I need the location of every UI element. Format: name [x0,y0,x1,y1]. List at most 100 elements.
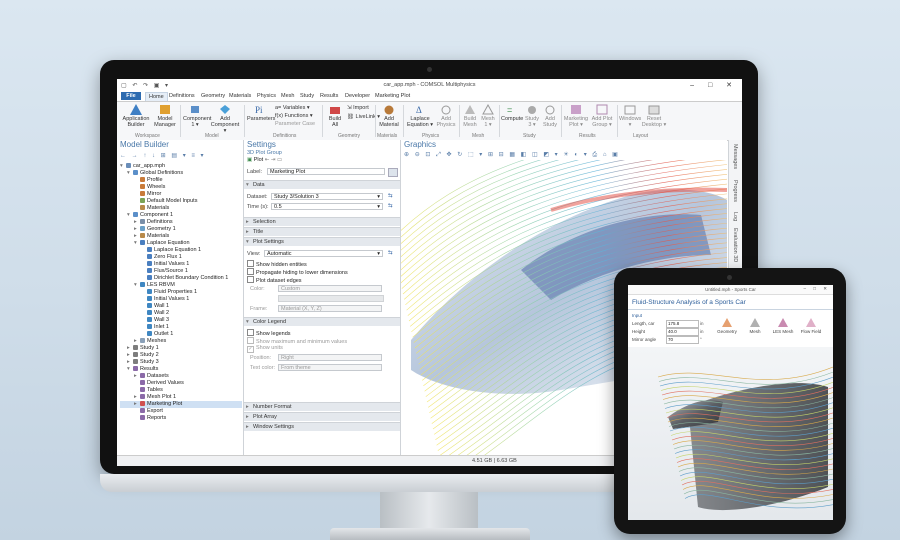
application-builder-button[interactable]: Application Builder [121,104,151,128]
tree-node[interactable]: ▸ Mesh Plot 1 [120,394,242,401]
tree-node[interactable]: Reports [120,415,242,422]
tree-node[interactable]: ▸ Materials [120,233,242,240]
section-title[interactable]: Title [244,227,400,237]
side-tab-messages[interactable]: Messages [732,144,738,169]
menu-marketing-plot[interactable]: Marketing Plot [375,92,410,100]
menu-study[interactable]: Study [300,92,314,100]
functions-button[interactable]: f(x) Functions ▾ [275,113,313,120]
section-number-format[interactable]: Number Format [244,402,400,412]
tree-node[interactable]: ▸ Definitions [120,219,242,226]
tree-node[interactable]: Laplace Equation 1 [120,247,242,254]
show-hidden-checkbox[interactable]: Show hidden entities [247,260,307,268]
menu-file[interactable]: File [121,92,141,100]
dataset-goto-icon[interactable]: ⇆ [388,193,393,199]
show-minmax-checkbox[interactable]: Show maximum and minimum values [247,337,347,345]
menu-geometry[interactable]: Geometry [201,92,225,100]
tree-node[interactable]: ▸ Meshes [120,338,242,345]
propagate-checkbox[interactable]: Propagate hiding to lower dimensions [247,268,348,276]
component-button[interactable]: Component 1 ▾ [183,104,211,128]
section-color-legend[interactable]: Color Legend [244,317,400,327]
menu-materials[interactable]: Materials [229,92,251,100]
tree-node[interactable]: Default Model Inputs [120,198,242,205]
laplace-equation-button[interactable]: Δ Laplace Equation ▾ [405,104,435,128]
tree-node[interactable]: Initial Values 1 [120,296,242,303]
section-plot-settings[interactable]: Plot Settings [244,237,400,247]
model-manager-button[interactable]: Model Manager [153,104,177,128]
tree-node[interactable]: Derived Values [120,380,242,387]
dataset-select[interactable]: Study 3/Solution 3 ▾ [271,193,383,200]
menu-results[interactable]: Results [320,92,338,100]
tree-node[interactable]: ▾ LES RBVM [120,282,242,289]
tree-node[interactable]: Wall 1 [120,303,242,310]
time-select[interactable]: 0.5 ▾ [271,203,383,210]
tablet-input-field[interactable]: 40.0 [666,328,699,336]
show-legends-checkbox[interactable]: Show legends [247,329,291,337]
side-tab-progress[interactable]: Progress [732,180,738,202]
label-edit-icon[interactable] [388,168,398,177]
menu-definitions[interactable]: Definitions [169,92,195,100]
menu-developer[interactable]: Developer [345,92,370,100]
add-study-button[interactable]: Add Study [541,104,559,128]
tree-node[interactable]: ▸ Study 2 [120,352,242,359]
add-plot-group-button[interactable]: Add Plot Group ▾ [589,104,615,128]
export-icons[interactable]: ⇤ ⇥ ▭ [265,157,282,163]
tree-node[interactable]: Initial Values 1 [120,261,242,268]
tree-node[interactable]: Inlet 1 [120,324,242,331]
tree-node[interactable]: ▸ Study 3 [120,359,242,366]
label-field[interactable]: Marketing Plot [267,168,385,175]
tree-node[interactable]: ▾ Laplace Equation [120,240,242,247]
text-color-select[interactable]: From theme [278,364,382,371]
color-swatch[interactable] [278,295,384,302]
tree-node[interactable]: ▸ Geometry 1 [120,226,242,233]
tree-node[interactable]: Materials [120,205,242,212]
add-component-button[interactable]: Add Component ▾ [209,104,241,134]
section-window-settings[interactable]: Window Settings [244,422,400,432]
menu-physics[interactable]: Physics [257,92,276,100]
tree-node[interactable]: ▸ Datasets [120,373,242,380]
show-units-checkbox[interactable]: ✓ Show units [247,345,283,353]
tree-node[interactable]: Dirichlet Boundary Condition 1 [120,275,242,282]
tree-node[interactable]: Wheels [120,184,242,191]
graphics-toolbar[interactable]: ⊕ ⊖ ⊡ ⤢ ✥ ↻ ⬚ ▾ ⊞ ⊟ ▦ ◧ ◫ ◩ ▾ ☀ ◐ ▾ ⎙ ⌂ … [404,151,620,159]
tree-node[interactable]: Fluid Properties 1 [120,289,242,296]
section-selection[interactable]: Selection [244,217,400,227]
marketing-plot-button[interactable]: Marketing Plot ▾ [563,104,589,128]
position-select[interactable]: Right [278,354,382,361]
plot-button[interactable]: ▣ Plot ⇤ ⇥ ▭ [247,157,282,163]
tree-node[interactable]: ▾ Results [120,366,242,373]
section-plot-array[interactable]: Plot Array [244,412,400,422]
windows-button[interactable]: Windows ▾ [619,104,641,128]
tree-node[interactable]: Profile [120,177,242,184]
parameter-case-button[interactable]: Parameter Case [275,121,315,128]
window-controls[interactable]: – □ ✕ [690,81,738,89]
model-builder-toolbar[interactable]: ← → ↑ ↓ ⊞ ▤ ▾ ≡ ▾ [120,152,206,159]
frame-select[interactable]: Material (X, Y, Z) [278,305,382,312]
tablet-les-mesh-button[interactable]: LES Mesh [770,318,796,334]
mesh1-button[interactable]: Mesh 1 ▾ [479,104,497,128]
reset-desktop-button[interactable]: Reset Desktop ▾ [641,104,667,128]
parameters-button[interactable]: Pi Parameters [247,104,275,122]
view-goto-icon[interactable]: ⇆ [388,250,393,256]
tree-node[interactable]: Mirror [120,191,242,198]
build-all-button[interactable]: Build All [325,104,345,128]
import-button[interactable]: ⇲ Import [347,105,369,112]
add-physics-button[interactable]: Add Physics [435,104,457,128]
tree-node[interactable]: ▾ car_app.mph [120,163,242,170]
tablet-input-field[interactable]: 175.8 [666,320,699,328]
time-goto-icon[interactable]: ⇆ [388,203,393,209]
tablet-mesh-button[interactable]: Mesh [742,318,768,334]
variables-button[interactable]: a= Variables ▾ [275,105,310,112]
side-tab-log[interactable]: Log [732,212,738,221]
menu-mesh[interactable]: Mesh [281,92,294,100]
tablet-geometry-button[interactable]: Geometry [714,318,740,334]
compute-button[interactable]: = Compute [501,104,523,122]
tablet-input-field[interactable]: 70 [666,336,699,344]
color-select[interactable]: Custom [278,285,382,292]
side-tab-evaluation[interactable]: Evaluation 3D [732,228,738,262]
build-mesh-button[interactable]: Build Mesh [461,104,479,128]
section-data[interactable]: Data [244,180,400,190]
tree-node[interactable]: Tables [120,387,242,394]
plot-edges-checkbox[interactable]: Plot dataset edges [247,276,302,284]
tablet-flow-field-button[interactable]: Flow Field [798,318,824,334]
add-material-button[interactable]: Add Material [377,104,401,128]
